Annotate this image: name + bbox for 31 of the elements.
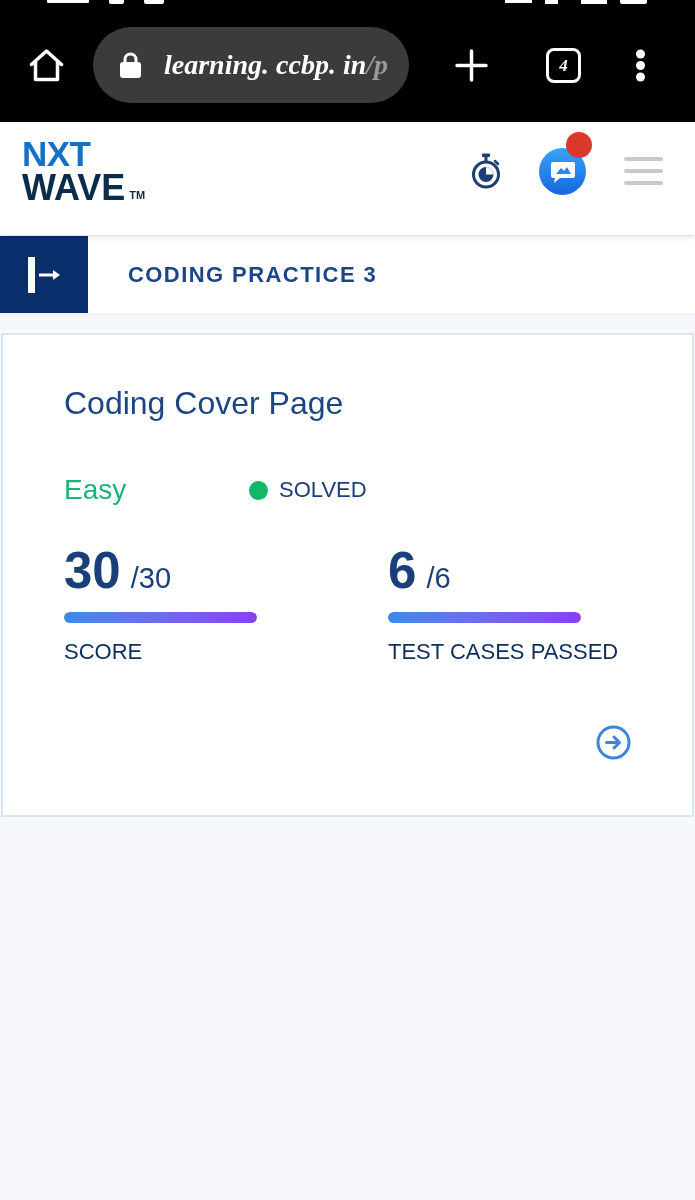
logo-text: WAVE (22, 173, 126, 203)
trademark-text: TM (129, 190, 146, 201)
status-bar-icon (545, 0, 558, 4)
lock-icon (120, 52, 141, 78)
status-bar-icon (581, 0, 607, 4)
chat-icon[interactable] (539, 147, 586, 195)
status-label: SOLVED (279, 477, 367, 503)
address-bar[interactable]: learning. ccbp. in/p (93, 27, 409, 103)
stopwatch-icon[interactable] (470, 153, 502, 189)
status-bar-icon (505, 0, 532, 3)
stat-total: /30 (130, 563, 172, 593)
status-bar-icon (620, 0, 647, 4)
status-bar-icon (109, 0, 124, 4)
status-bar-icon (144, 0, 164, 4)
stat-total: /6 (426, 563, 451, 593)
tab-switcher-button[interactable]: 4 (546, 47, 581, 83)
difficulty-label: Easy (64, 474, 127, 506)
home-icon[interactable] (29, 48, 64, 82)
card-title: Coding Cover Page (64, 385, 344, 421)
more-menu-icon[interactable] (635, 48, 646, 82)
logo-text: NXT (22, 140, 91, 168)
status-bar-icon (47, 0, 89, 3)
sidebar-toggle-button[interactable] (0, 236, 88, 313)
stat-label: SCORE (64, 639, 143, 665)
stat-label: TEST CASES PASSED (388, 639, 619, 665)
arrow-circle-icon[interactable] (596, 725, 631, 760)
bar-arrow-icon (28, 256, 60, 293)
plus-icon[interactable] (455, 48, 488, 82)
page-title: CODING PRACTICE 3 (128, 261, 378, 289)
stat-value: 6 (388, 548, 417, 594)
stat-value: 30 (64, 548, 121, 594)
